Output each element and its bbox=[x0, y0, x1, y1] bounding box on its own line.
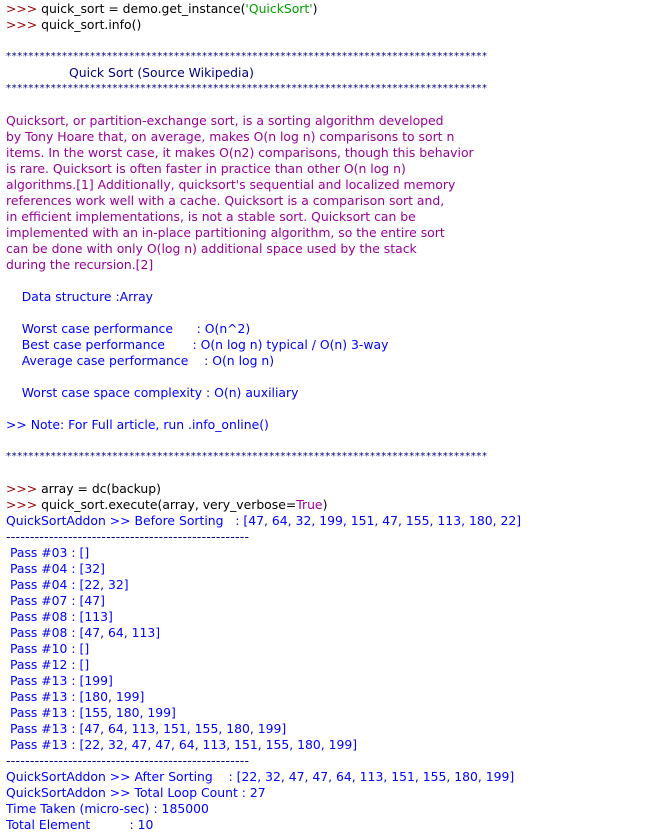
command-text: quick_sort.execute(array, very_verbose= bbox=[41, 497, 297, 512]
time-taken-line: Time Taken (micro-sec) : 185000 bbox=[6, 801, 209, 816]
pass-line: Pass #03 : [] bbox=[6, 545, 90, 560]
command-line-get-instance: >>> quick_sort = demo.get_instance('Quic… bbox=[6, 1, 656, 17]
description-line: can be done with only O(log n) additiona… bbox=[6, 241, 417, 256]
pass-line: Pass #13 : [180, 199] bbox=[6, 689, 145, 704]
command-text: ) bbox=[322, 497, 328, 512]
string-literal: 'QuickSort' bbox=[245, 1, 313, 16]
info-title: Quick Sort (Source Wikipedia) bbox=[6, 65, 254, 80]
total-element-line: Total Element : 10 bbox=[6, 817, 154, 832]
pass-line: Pass #13 : [22, 32, 47, 47, 64, 113, 151… bbox=[6, 737, 358, 752]
loop-count-line: QuickSortAddon >> Total Loop Count : 27 bbox=[6, 785, 266, 800]
best-case-line: Best case performance : O(n log n) typic… bbox=[6, 337, 389, 352]
data-structure-line: Data structure :Array bbox=[6, 289, 153, 304]
separator-stars: ****************************************… bbox=[6, 451, 488, 462]
command-text: quick_sort.info() bbox=[41, 17, 142, 32]
worst-case-line: Worst case performance : O(n^2) bbox=[6, 321, 251, 336]
shell-prompt: >>> bbox=[6, 1, 42, 16]
pass-list: Pass #03 : [] Pass #04 : [32] Pass #04 :… bbox=[6, 545, 656, 753]
before-sorting-line: QuickSortAddon >> Before Sorting : [47, … bbox=[6, 513, 522, 528]
pass-line: Pass #04 : [22, 32] bbox=[6, 577, 129, 592]
note-line: >> Note: For Full article, run .info_onl… bbox=[6, 417, 269, 432]
description-line: in efficient implementations, is not a s… bbox=[6, 209, 416, 224]
shell-prompt: >>> bbox=[6, 481, 42, 496]
description-line: references work well with a cache. Quick… bbox=[6, 193, 445, 208]
pass-line: Pass #04 : [32] bbox=[6, 561, 105, 576]
keyword-literal: True bbox=[296, 497, 323, 512]
pass-line: Pass #13 : [155, 180, 199] bbox=[6, 705, 176, 720]
shell-prompt: >>> bbox=[6, 497, 42, 512]
separator-stars: ****************************************… bbox=[6, 83, 488, 94]
description-line: algorithms.[1] Additionally, quicksort's… bbox=[6, 177, 456, 192]
separator-dashes: ----------------------------------------… bbox=[6, 753, 250, 768]
average-case-line: Average case performance : O(n log n) bbox=[6, 353, 275, 368]
description-line: Quicksort, or partition-exchange sort, i… bbox=[6, 113, 444, 128]
command-line-info: >>> quick_sort.info() bbox=[6, 17, 656, 33]
description-line: during the recursion.[2] bbox=[6, 257, 154, 272]
pass-line: Pass #08 : [113] bbox=[6, 609, 113, 624]
pass-line: Pass #10 : [] bbox=[6, 641, 90, 656]
command-line-execute: >>> quick_sort.execute(array, very_verbo… bbox=[6, 497, 656, 513]
command-text: array = dc(backup) bbox=[41, 481, 161, 496]
description-line: implemented with an in-place partitionin… bbox=[6, 225, 445, 240]
pass-line: Pass #12 : [] bbox=[6, 657, 90, 672]
python-shell-output: >>> quick_sort = demo.get_instance('Quic… bbox=[6, 1, 656, 833]
description-line: by Tony Hoare that, on average, makes O(… bbox=[6, 129, 455, 144]
after-sorting-line: QuickSortAddon >> After Sorting : [22, 3… bbox=[6, 769, 515, 784]
separator-dashes: ----------------------------------------… bbox=[6, 529, 250, 544]
description-line: items. In the worst case, it makes O(n2)… bbox=[6, 145, 474, 160]
command-text: ) bbox=[312, 1, 318, 16]
separator-stars: ****************************************… bbox=[6, 51, 488, 62]
info-description: Quicksort, or partition-exchange sort, i… bbox=[6, 113, 656, 273]
space-complexity-line: Worst case space complexity : O(n) auxil… bbox=[6, 385, 299, 400]
pass-line: Pass #13 : [199] bbox=[6, 673, 113, 688]
description-line: is rare. Quicksort is often faster in pr… bbox=[6, 161, 406, 176]
command-text: quick_sort = demo.get_instance( bbox=[41, 1, 246, 16]
pass-line: Pass #08 : [47, 64, 113] bbox=[6, 625, 161, 640]
pass-line: Pass #13 : [47, 64, 113, 151, 155, 180, … bbox=[6, 721, 287, 736]
command-line-copy-array: >>> array = dc(backup) bbox=[6, 481, 656, 497]
pass-line: Pass #07 : [47] bbox=[6, 593, 105, 608]
shell-prompt: >>> bbox=[6, 17, 42, 32]
